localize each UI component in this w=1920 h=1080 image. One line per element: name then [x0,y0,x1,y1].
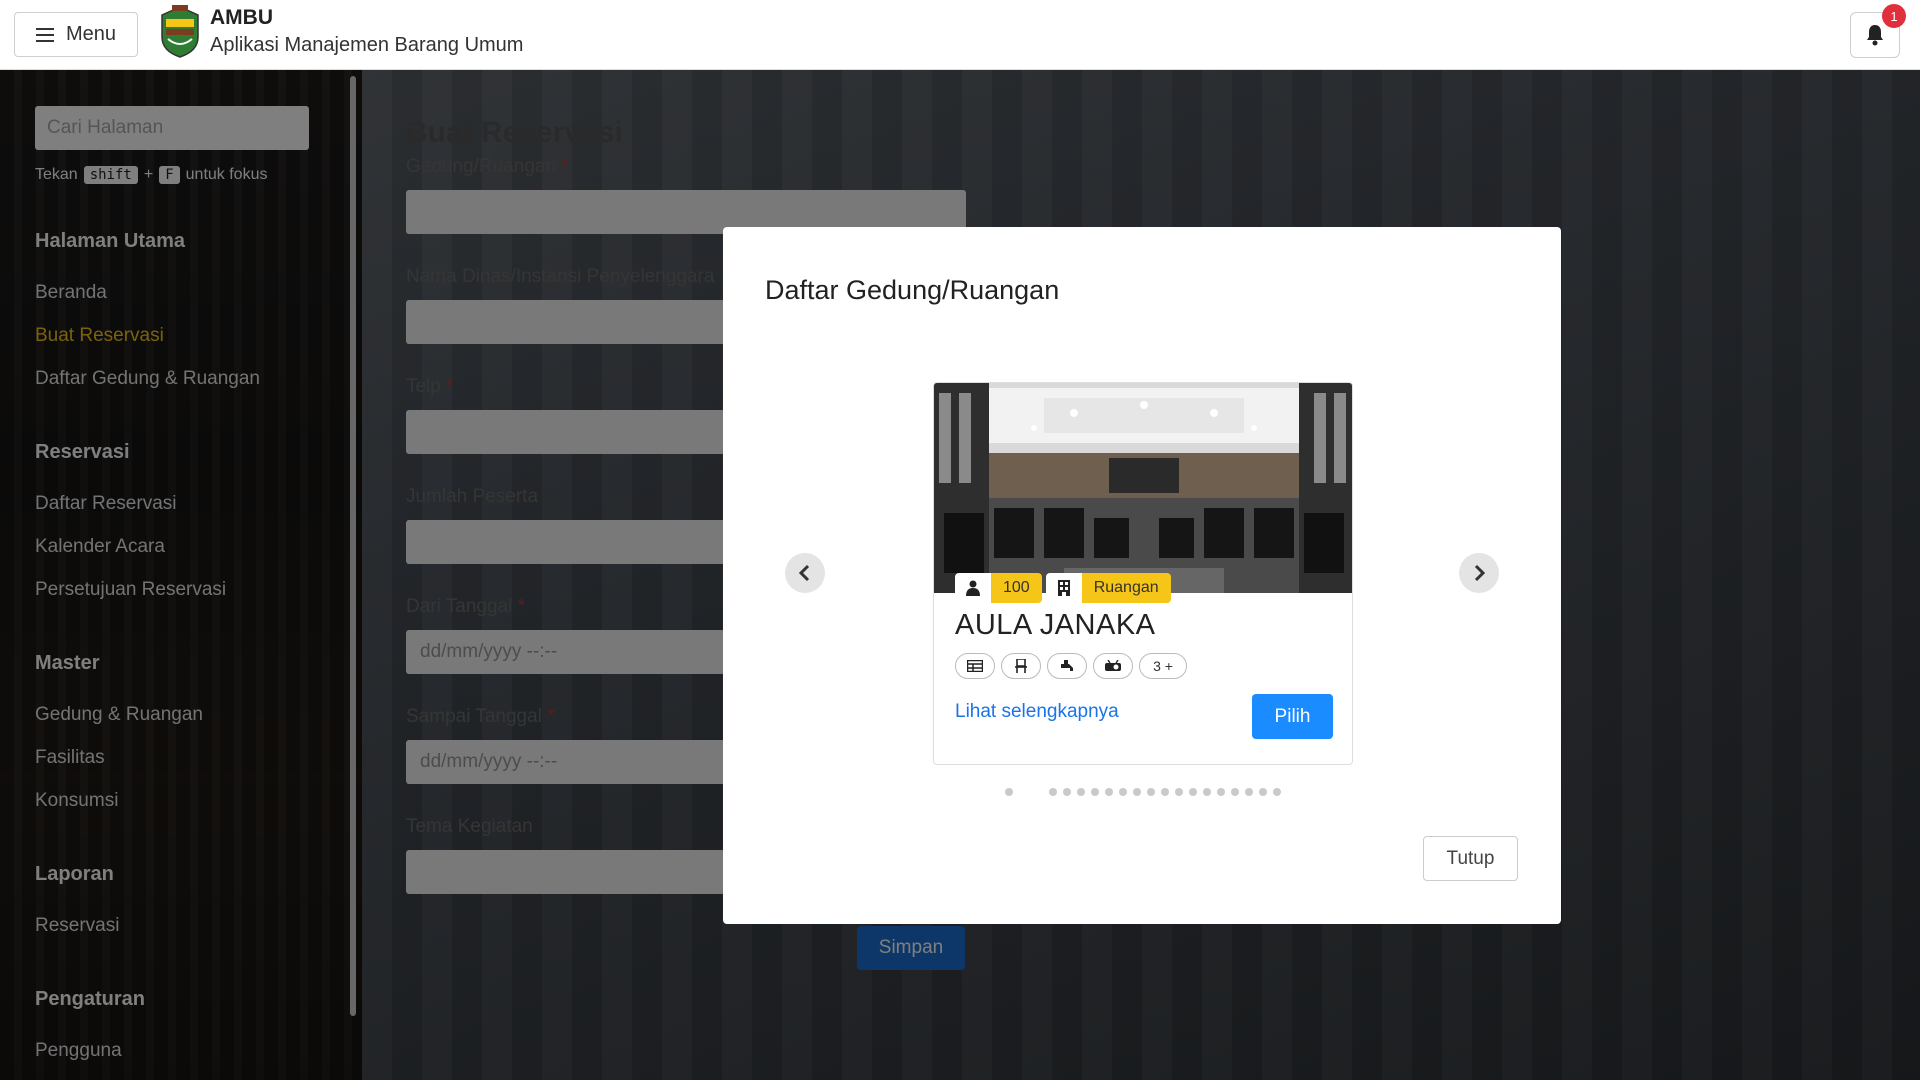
carousel-dot[interactable] [1063,788,1071,796]
carousel-dot[interactable] [1105,788,1113,796]
carousel-next-button[interactable] [1459,553,1499,593]
menu-button[interactable]: Menu [14,12,138,57]
carousel-dot[interactable] [1231,788,1239,796]
carousel-dot[interactable] [1147,788,1155,796]
bell-icon [1867,25,1883,46]
facility-list: 3 + [955,653,1187,679]
carousel-dot[interactable] [1133,788,1141,796]
carousel-dot[interactable] [1077,788,1085,796]
chevron-left-icon [798,564,810,582]
chair-icon [1001,653,1041,679]
menu-button-label: Menu [65,23,117,45]
projector-icon [1093,653,1133,679]
room-card: 100 Ruangan AULA JANAKA 3 + Lihat seleng… [933,382,1353,765]
room-photo [934,383,1352,593]
modal-title: Daftar Gedung/Ruangan [765,275,1060,305]
hamburger-icon [35,27,54,42]
carousel-dot[interactable] [1245,788,1253,796]
select-room-button[interactable]: Pilih [1252,694,1333,739]
top-bar: Menu AMBU Aplikasi Manajemen Barang Umum… [0,0,1920,70]
table-icon [955,653,995,679]
carousel-dot[interactable] [1005,788,1013,796]
carousel-dot[interactable] [1175,788,1183,796]
person-icon [955,573,991,603]
carousel-dot[interactable] [1035,788,1043,796]
chevron-right-icon [1474,564,1486,582]
building-list-modal: Daftar Gedung/Ruangan 100 Ruangan AULA J… [723,227,1561,924]
app-title: AMBU [210,6,273,29]
carousel-dot[interactable] [1217,788,1225,796]
carousel-dot[interactable] [1259,788,1267,796]
room-badges: 100 Ruangan [955,573,1171,603]
carousel-dot[interactable] [1091,788,1099,796]
carousel-dot[interactable] [1189,788,1197,796]
building-icon [1045,573,1082,603]
app-logo [161,5,199,58]
carousel-prev-button[interactable] [785,553,825,593]
notification-badge: 1 [1882,4,1906,28]
faucet-icon [1047,653,1087,679]
carousel-dot[interactable] [1119,788,1127,796]
carousel-indicators [723,788,1561,796]
carousel-dot[interactable] [1273,788,1281,796]
capacity-value: 100 [991,573,1042,603]
more-facilities-badge: 3 + [1139,653,1187,679]
close-button[interactable]: Tutup [1423,836,1518,881]
type-badge: Ruangan [1045,573,1171,603]
carousel-dot[interactable] [1161,788,1169,796]
see-more-link[interactable]: Lihat selengkapnya [955,701,1119,723]
app-subtitle: Aplikasi Manajemen Barang Umum [210,34,524,56]
capacity-badge: 100 [955,573,1042,603]
room-name: AULA JANAKA [955,609,1156,641]
type-value: Ruangan [1081,573,1171,603]
carousel-dot[interactable] [1049,788,1057,796]
carousel-dot[interactable] [1203,788,1211,796]
